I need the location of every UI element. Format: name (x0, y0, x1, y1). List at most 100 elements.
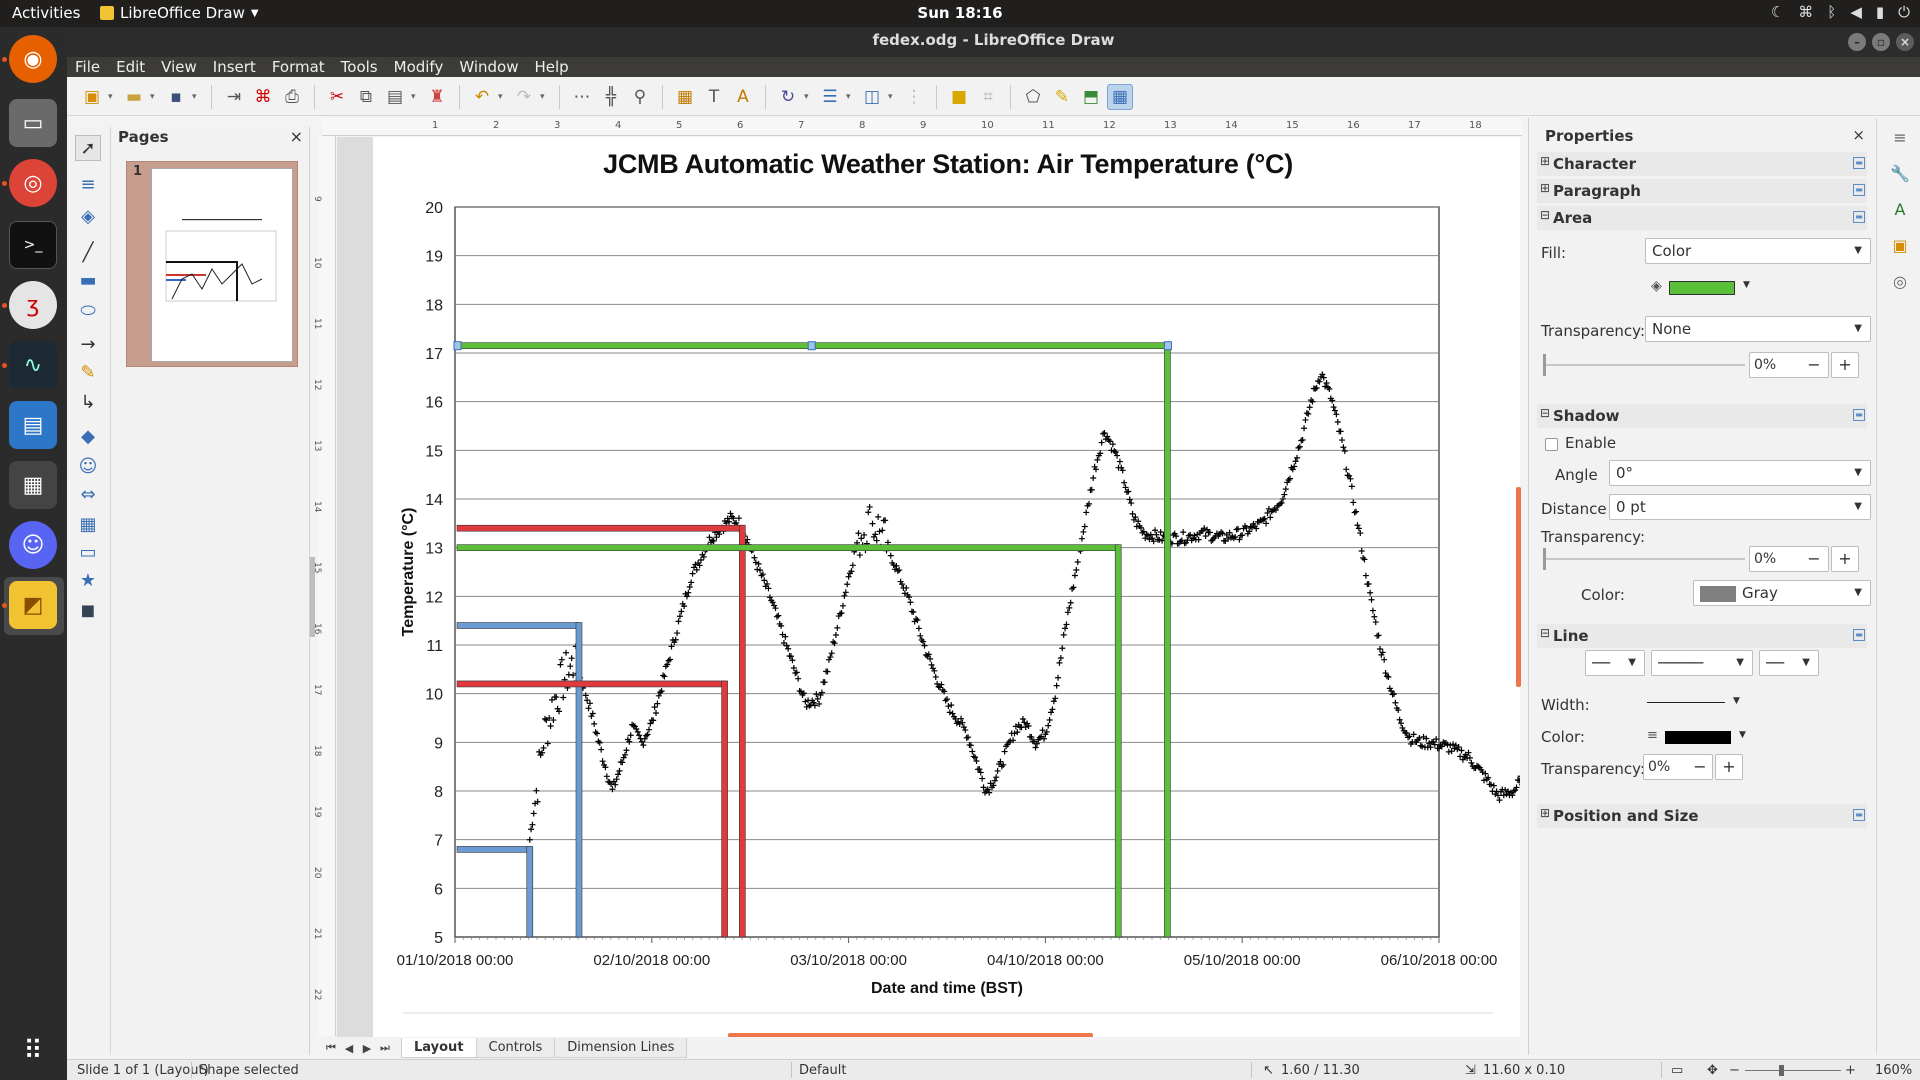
align-objects-icon[interactable]: ☰ (817, 84, 843, 110)
dropdown-arrow[interactable]: ▾ (108, 92, 118, 102)
stars-icon[interactable]: ★ (75, 567, 101, 593)
menu-insert[interactable]: Insert (205, 57, 264, 77)
dropdown-arrow[interactable]: ▾ (540, 92, 550, 102)
menu-help[interactable]: Help (526, 57, 576, 77)
increment-button[interactable]: + (1831, 352, 1859, 378)
more-options-icon[interactable]: ▬ (1853, 211, 1865, 223)
show-applications-icon[interactable]: ⠿ (9, 1027, 57, 1075)
menu-format[interactable]: Format (264, 57, 333, 77)
chrome-icon[interactable]: ◎ (9, 159, 57, 207)
select-arrow-icon[interactable]: ➚ (75, 135, 101, 161)
line-end-style-select[interactable]: ── ▼ (1759, 650, 1819, 676)
decrement-icon[interactable]: − (1802, 353, 1826, 377)
zoom-in-icon[interactable]: + (1845, 1063, 1856, 1078)
copy-icon[interactable]: ⧉ (353, 84, 379, 110)
open-folder-icon[interactable]: ▬ (121, 84, 147, 110)
zoom-slider-knob[interactable] (1779, 1065, 1784, 1076)
next-tab-icon[interactable]: ▶ (358, 1042, 376, 1055)
more-options-icon[interactable]: ▬ (1853, 184, 1865, 196)
rectangle-tool-icon[interactable]: ▬ (75, 267, 101, 293)
ellipse-tool-icon[interactable]: ⬭ (75, 297, 101, 323)
line-color-icon[interactable]: ≡ (75, 171, 101, 197)
dropdown-arrow[interactable]: ▾ (498, 92, 508, 102)
close-icon[interactable]: × (1852, 126, 1865, 144)
close-icon[interactable]: × (290, 127, 303, 146)
more-options-icon[interactable]: ▬ (1853, 809, 1865, 821)
chart[interactable]: 5 6 7 8 9 10 11 12 13 14 15 16 17 18 19 20 01/10/2018 00… (373, 137, 1520, 1017)
first-tab-icon[interactable]: ⏮ (322, 1041, 340, 1055)
line-tool-icon[interactable]: ╱ (75, 239, 101, 265)
dropdown-arrow[interactable]: ▾ (804, 92, 814, 102)
display-grid-icon[interactable]: ▦ (1107, 83, 1133, 110)
connector-tool-icon[interactable]: ↳ (75, 389, 101, 415)
decrement-icon[interactable]: − (1802, 547, 1826, 571)
dropdown-arrow[interactable]: ▾ (411, 92, 421, 102)
new-document-icon[interactable]: ▣ (79, 84, 105, 110)
toggle-extrusion-icon[interactable]: ⬒ (1078, 84, 1104, 110)
last-tab-icon[interactable]: ⏭ (376, 1041, 394, 1055)
tab-layout[interactable]: Layout (401, 1038, 477, 1058)
files-icon[interactable]: ▭ (9, 99, 57, 147)
dropdown-arrow[interactable]: ▾ (888, 92, 898, 102)
distribute-icon[interactable]: ⋮ (901, 84, 927, 110)
glue-points-icon[interactable]: ✎ (1049, 84, 1075, 110)
tab-controls[interactable]: Controls (475, 1038, 556, 1058)
system-monitor-icon[interactable]: ∿ (9, 341, 57, 389)
block-arrows-icon[interactable]: ⇔ (75, 481, 101, 507)
discord-icon[interactable]: ☺ (9, 521, 57, 569)
increment-button[interactable]: + (1715, 754, 1743, 780)
increment-icon[interactable]: + (1717, 755, 1741, 779)
drawing-canvas[interactable]: JCMB Automatic Weather Station: Air Temp… (337, 137, 1520, 1037)
increment-icon[interactable]: + (1833, 353, 1857, 377)
menu-window[interactable]: Window (451, 57, 526, 77)
dropdown-arrow[interactable]: ▾ (846, 92, 856, 102)
video-editor-icon[interactable]: ▦ (9, 461, 57, 509)
slider-knob[interactable] (1543, 354, 1546, 376)
clone-formatting-icon[interactable]: ♜ (424, 84, 450, 110)
insert-image-icon[interactable]: ▦ (672, 84, 698, 110)
export-pdf-icon[interactable]: ⌘ (250, 84, 276, 110)
crop-icon[interactable]: ⌗ (975, 84, 1001, 110)
increment-icon[interactable]: + (1833, 547, 1857, 571)
maximize-button[interactable]: ▫ (1872, 33, 1890, 51)
shadow-angle-select[interactable]: 0° ▼ (1609, 460, 1871, 486)
line-style-select[interactable]: ───── ▼ (1651, 650, 1753, 676)
minimize-button[interactable]: – (1848, 33, 1866, 51)
styles-deck-icon[interactable]: A (1889, 200, 1911, 222)
more-options-icon[interactable]: ▬ (1853, 409, 1865, 421)
undo-icon[interactable]: ↶ (469, 84, 495, 110)
tab-dimension-lines[interactable]: Dimension Lines (554, 1038, 688, 1058)
section-position-size[interactable]: ⊞ Position and Size ▬ (1537, 804, 1867, 828)
section-character[interactable]: ⊞ Character ▬ (1537, 152, 1867, 176)
line-transparency-spinbox[interactable]: 0% − (1643, 754, 1713, 780)
more-options-icon[interactable]: ▬ (1853, 629, 1865, 641)
section-shadow[interactable]: ⊟ Shadow ▬ (1537, 404, 1867, 428)
symbol-shapes-icon[interactable]: ☺ (75, 453, 101, 479)
close-button[interactable]: × (1896, 33, 1914, 51)
section-paragraph[interactable]: ⊞ Paragraph ▬ (1537, 179, 1867, 203)
shadow-transparency-slider[interactable] (1543, 548, 1745, 570)
menu-tools[interactable]: Tools (333, 57, 386, 77)
menu-edit[interactable]: Edit (108, 57, 153, 77)
area-transparency-slider[interactable] (1543, 354, 1745, 376)
fill-color-icon[interactable]: ◈ (75, 203, 101, 229)
insert-textbox-icon[interactable]: T (701, 84, 727, 110)
page-thumbnail-selected[interactable]: 1 (126, 161, 298, 367)
drawing-page[interactable]: JCMB Automatic Weather Station: Air Temp… (373, 137, 1520, 1037)
3d-objects-icon[interactable]: ◼ (75, 597, 101, 623)
points-icon[interactable]: ⬠ (1020, 84, 1046, 110)
more-options-icon[interactable]: ▬ (1853, 157, 1865, 169)
curve-tool-icon[interactable]: ✎ (75, 359, 101, 385)
zoom-out-icon[interactable]: − (1729, 1063, 1740, 1078)
vertical-scrollbar[interactable] (1516, 487, 1521, 687)
section-area[interactable]: ⊟ Area ▬ (1537, 206, 1867, 230)
shadow-enable-checkbox[interactable] (1545, 438, 1558, 451)
zoom-slider[interactable] (1745, 1070, 1841, 1071)
page-thumbnail[interactable] (151, 168, 293, 362)
area-transparency-select[interactable]: None ▼ (1645, 316, 1871, 342)
zoom-level[interactable]: 160% (1875, 1063, 1912, 1078)
basic-shapes-icon[interactable]: ◆ (75, 423, 101, 449)
line-start-style-select[interactable]: ── ▼ (1585, 650, 1645, 676)
system-tray[interactable]: ☾ ⌘ ᛒ ◀ ▮ ⏻ (1771, 3, 1910, 21)
shadow-transparency-spinbox[interactable]: 0% − (1749, 546, 1829, 572)
